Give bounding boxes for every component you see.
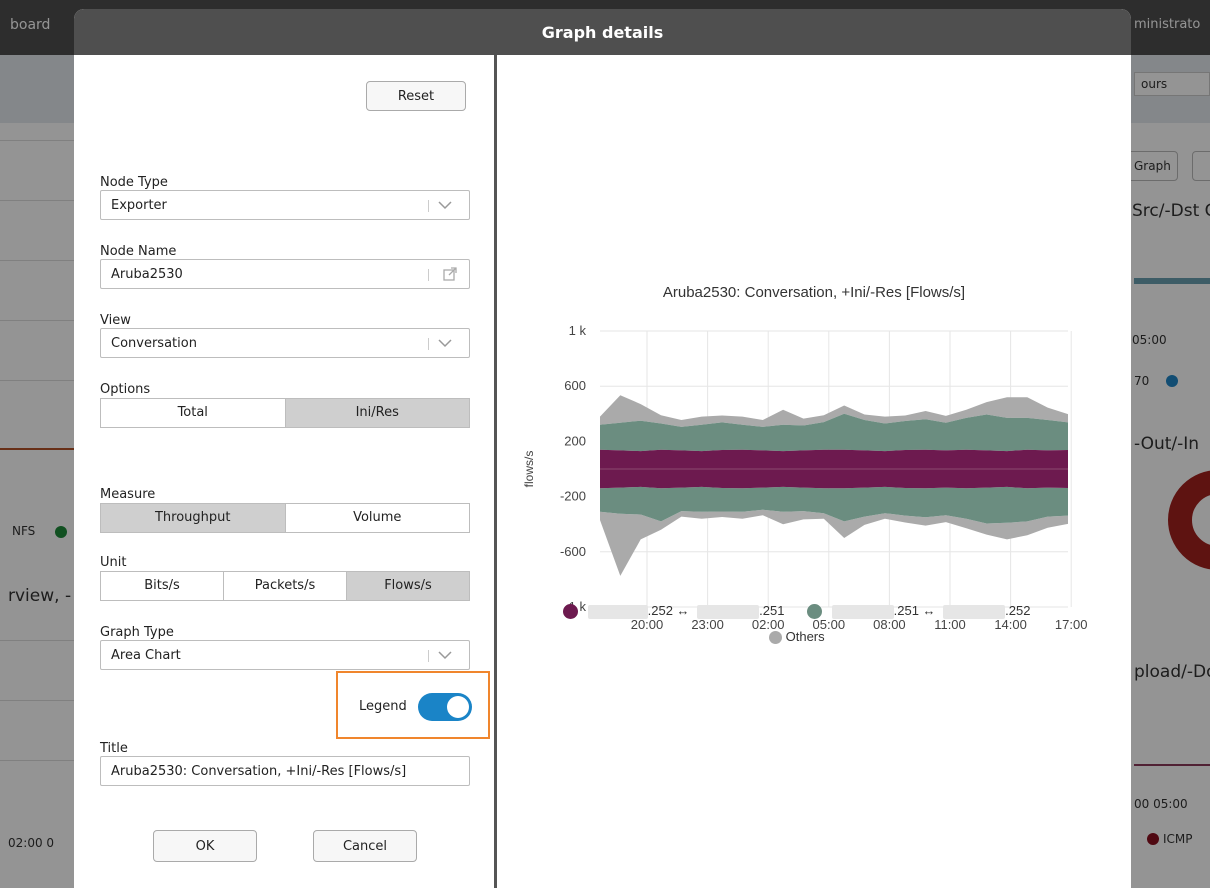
legend-highlight-box: Legend <box>336 671 490 739</box>
unit-segmented-control: Bits/s Packets/s Flows/s <box>100 571 470 601</box>
node-type-select[interactable]: Exporter <box>100 190 470 220</box>
redacted-address <box>587 604 648 619</box>
option-ini-res[interactable]: Ini/Res <box>285 399 469 427</box>
node-name-label: Node Name <box>100 244 177 259</box>
graph-type-select[interactable]: Area Chart <box>100 640 470 670</box>
unit-flows[interactable]: Flows/s <box>347 572 469 600</box>
unit-packets[interactable]: Packets/s <box>224 572 347 600</box>
y-tick-label: 600 <box>564 378 586 393</box>
legend-label-start: .252 ↔ <box>647 603 690 618</box>
toggle-knob <box>447 696 469 718</box>
y-axis-label: flows/s <box>522 451 536 488</box>
area-chart: 1 k600200-200-600-1 k20:0023:0002:0005:0… <box>522 323 1088 632</box>
separator <box>428 650 429 662</box>
title-input[interactable]: Aruba2530: Conversation, +Ini/-Res [Flow… <box>100 756 470 786</box>
chevron-down-icon[interactable] <box>437 337 453 349</box>
reset-button[interactable]: Reset <box>366 81 466 111</box>
graph-type-label: Graph Type <box>100 625 174 640</box>
unit-label: Unit <box>100 555 127 570</box>
redacted-address <box>943 604 1006 619</box>
chevron-down-icon[interactable] <box>437 199 453 211</box>
x-tick-label: 08:00 <box>873 617 906 632</box>
ok-button[interactable]: OK <box>153 830 257 862</box>
node-name-field[interactable]: Aruba2530 <box>100 259 470 289</box>
redacted-address <box>831 604 894 619</box>
x-tick-label: 20:00 <box>631 617 664 632</box>
node-type-value: Exporter <box>111 198 167 213</box>
external-link-icon[interactable] <box>443 267 457 281</box>
dialog-title: Graph details <box>74 9 1131 55</box>
option-total[interactable]: Total <box>101 399 286 427</box>
legend-item-series-2[interactable]: .251 ↔ .252 <box>807 603 1031 620</box>
graph-type-value: Area Chart <box>111 648 181 663</box>
y-tick-label: 1 k <box>569 323 587 338</box>
x-tick-label: 23:00 <box>691 617 724 632</box>
options-segmented-control: Total Ini/Res <box>100 398 470 428</box>
x-tick-label: 17:00 <box>1055 617 1088 632</box>
area-series-negative <box>600 469 1068 489</box>
legend-dot <box>769 631 782 645</box>
separator <box>428 200 429 212</box>
measure-volume[interactable]: Volume <box>286 504 470 532</box>
x-tick-label: 14:00 <box>994 617 1027 632</box>
legend-label-start: .251 ↔ <box>893 603 936 618</box>
view-label: View <box>100 313 131 328</box>
legend-item-series-1[interactable]: .252 ↔ .251 <box>563 603 785 620</box>
measure-segmented-control: Throughput Volume <box>100 503 470 533</box>
chart-title: Aruba2530: Conversation, +Ini/-Res [Flow… <box>662 284 966 301</box>
unit-bits[interactable]: Bits/s <box>101 572 224 600</box>
legend-label-end: .252 <box>1005 603 1031 618</box>
measure-label: Measure <box>100 487 156 502</box>
y-tick-label: -200 <box>560 489 586 504</box>
legend-label: Legend <box>359 699 407 714</box>
legend-dot <box>807 604 822 620</box>
legend-toggle[interactable] <box>418 693 472 721</box>
title-label: Title <box>100 741 128 756</box>
legend-dot <box>563 604 578 620</box>
cancel-button[interactable]: Cancel <box>313 830 417 862</box>
node-type-label: Node Type <box>100 175 168 190</box>
redacted-address <box>697 604 760 619</box>
y-tick-label: -600 <box>560 544 586 559</box>
y-tick-label: 200 <box>564 433 586 448</box>
title-value: Aruba2530: Conversation, +Ini/-Res [Flow… <box>111 764 407 779</box>
graph-details-dialog: Graph details Reset Node Type Exporter N… <box>74 9 1131 888</box>
measure-throughput[interactable]: Throughput <box>101 504 286 532</box>
legend-item-others[interactable]: Others <box>769 629 825 645</box>
legend-label-others: Others <box>785 629 825 644</box>
view-value: Conversation <box>111 336 197 351</box>
chart-preview-panel: Aruba2530: Conversation, +Ini/-Res [Flow… <box>497 55 1131 888</box>
node-name-value: Aruba2530 <box>111 267 183 282</box>
area-series-positive <box>600 449 1068 469</box>
view-select[interactable]: Conversation <box>100 328 470 358</box>
options-label: Options <box>100 382 151 397</box>
graph-settings-form: Reset Node Type Exporter Node Name Aruba… <box>74 55 494 888</box>
legend-label-end: .251 <box>759 603 785 618</box>
chevron-down-icon[interactable] <box>437 649 453 661</box>
separator <box>428 269 429 281</box>
x-tick-label: 11:00 <box>934 617 966 632</box>
separator <box>428 338 429 350</box>
